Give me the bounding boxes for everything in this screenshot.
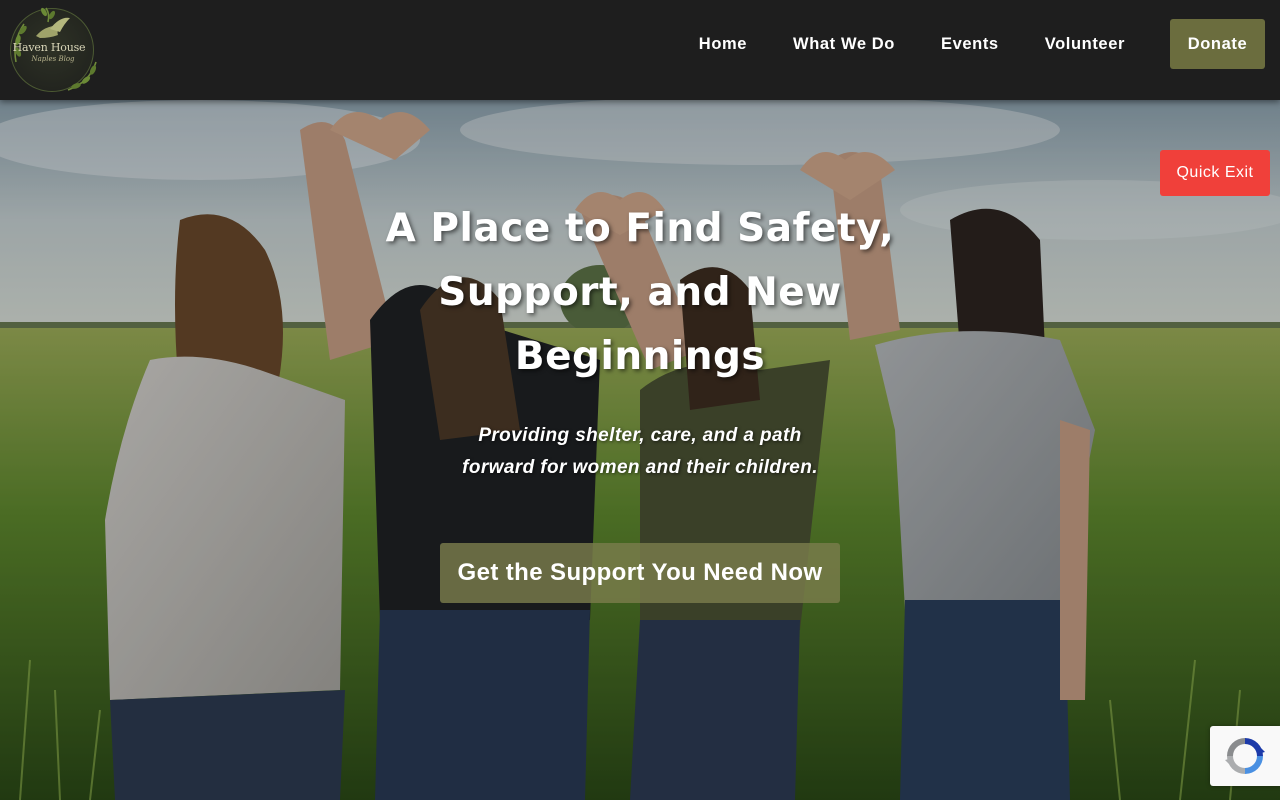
nav-home[interactable]: Home (699, 35, 747, 54)
hero-heading-line-3: Beginnings (514, 334, 766, 379)
hero-subheading-line-2: forward for women and their children. (462, 457, 818, 478)
nav-what-we-do[interactable]: What We Do (793, 35, 895, 54)
hero-heading-line-1: A Place to Find Safety, (385, 206, 895, 251)
hero-subheading-line-1: Providing shelter, care, and a path (478, 425, 802, 446)
recaptcha-badge[interactable] (1210, 726, 1280, 786)
recaptcha-icon (1225, 738, 1265, 774)
main-nav: Home What We Do Events Volunteer Donate (699, 0, 1280, 88)
hero-heading-line-2: Support, and New (438, 270, 842, 315)
get-support-button[interactable]: Get the Support You Need Now (440, 543, 840, 603)
logo-title: Haven House (12, 41, 86, 54)
donate-button[interactable]: Donate (1170, 19, 1265, 69)
logo-link[interactable]: Haven House Naples Blog (6, 2, 100, 96)
hero-subheading: Providing shelter, care, and a path forw… (430, 420, 850, 484)
hero-section: A Place to Find Safety, Support, and New… (0, 100, 1280, 800)
logo-tagline: Naples Blog (31, 55, 75, 63)
nav-volunteer[interactable]: Volunteer (1045, 35, 1125, 54)
quick-exit-button[interactable]: Quick Exit (1160, 150, 1270, 196)
hero-heading: A Place to Find Safety, Support, and New… (340, 197, 940, 389)
site-header: Haven House Naples Blog Home What We Do … (0, 0, 1280, 100)
nav-events[interactable]: Events (941, 35, 999, 54)
